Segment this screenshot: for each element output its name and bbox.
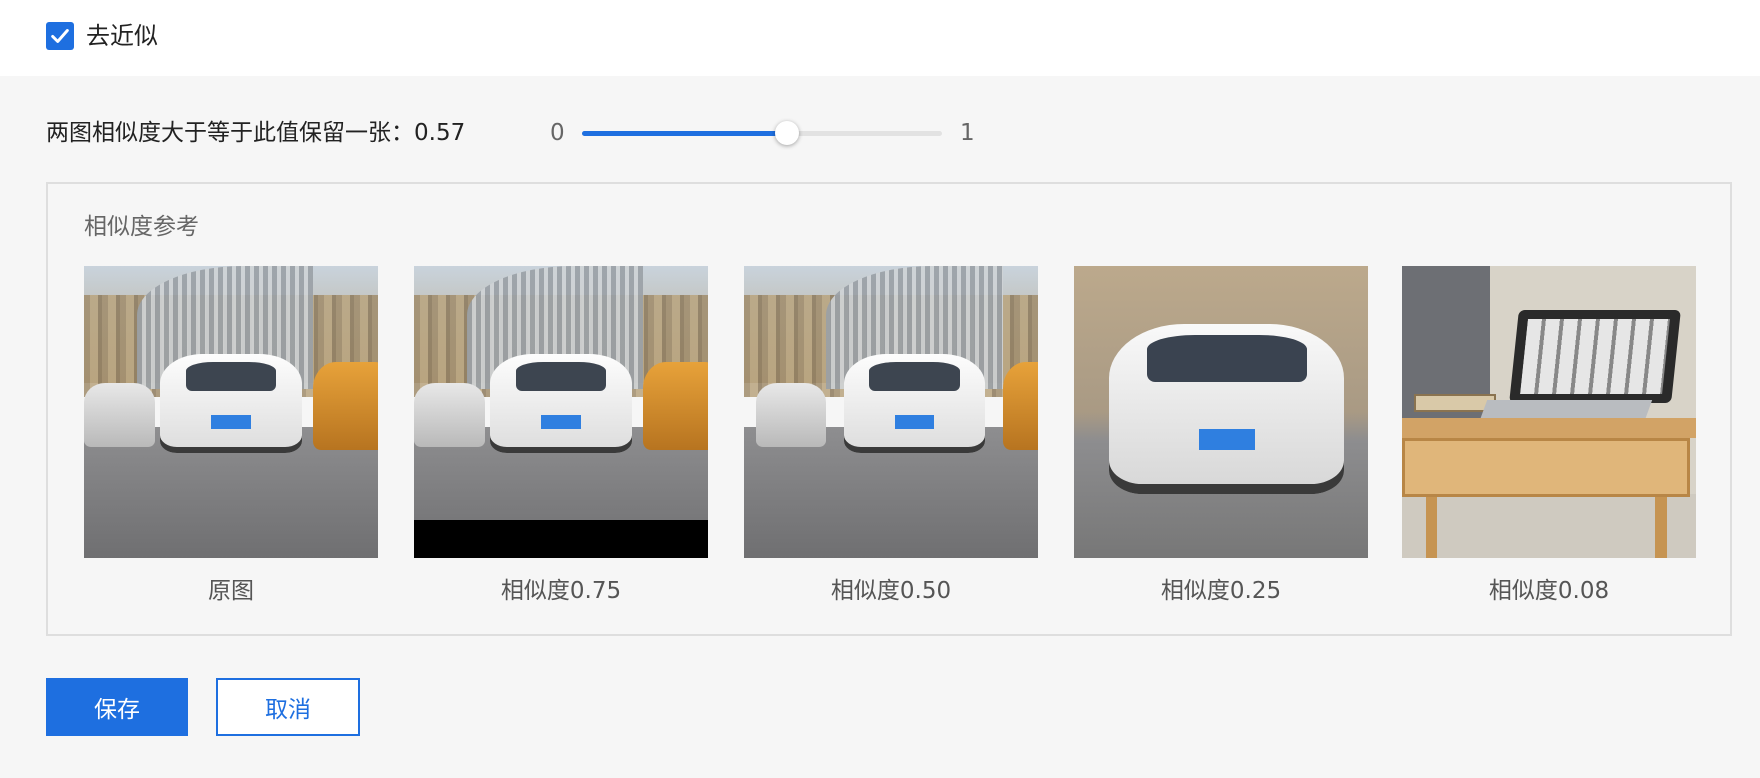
street-cars-cropped-photo — [414, 266, 708, 558]
dedupe-checkbox-row[interactable]: 去近似 — [46, 22, 158, 50]
reference-item: 相似度0.08 — [1402, 266, 1696, 606]
reference-title: 相似度参考 — [84, 214, 199, 240]
slider-max-label: 1 — [960, 120, 975, 146]
street-cars-photo — [84, 266, 378, 558]
reference-caption: 相似度0.25 — [1160, 578, 1282, 604]
reference-caption: 原图 — [208, 578, 254, 604]
threshold-row: 两图相似度大于等于此值保留一张：0.57 0 1 — [46, 116, 1046, 150]
reference-thumbnails: 原图 相似度0.75 相似度0.50 相似度0.25 相似度0.08 — [84, 266, 1696, 606]
slider-min-label: 0 — [550, 120, 565, 146]
reference-caption: 相似度0.08 — [1488, 578, 1610, 604]
reference-caption: 相似度0.50 — [830, 578, 952, 604]
laptop-on-table-photo — [1402, 266, 1696, 558]
threshold-slider[interactable] — [582, 121, 942, 145]
reference-caption: 相似度0.75 — [500, 578, 622, 604]
dedupe-checkbox[interactable] — [46, 22, 74, 50]
slider-fill — [582, 131, 788, 136]
top-bar: 去近似 — [0, 0, 1760, 76]
reference-item: 原图 — [84, 266, 378, 606]
threshold-value: 0.57 — [414, 120, 466, 146]
reference-item: 相似度0.25 — [1074, 266, 1368, 606]
reference-item: 相似度0.75 — [414, 266, 708, 606]
street-cars-shifted-photo — [744, 266, 1038, 558]
cancel-button[interactable]: 取消 — [216, 678, 360, 736]
slider-handle[interactable] — [775, 121, 800, 145]
dedupe-label: 去近似 — [86, 22, 158, 50]
checkmark-icon — [51, 29, 69, 43]
similarity-reference-panel: 相似度参考 原图 相似度0.75 相似度0.50 相似度0.25 相似度0.08 — [46, 182, 1732, 636]
threshold-label: 两图相似度大于等于此值保留一张：0.57 — [46, 120, 466, 146]
save-button[interactable]: 保存 — [46, 678, 188, 736]
white-car-closeup-photo — [1074, 266, 1368, 558]
reference-item: 相似度0.50 — [744, 266, 1038, 606]
